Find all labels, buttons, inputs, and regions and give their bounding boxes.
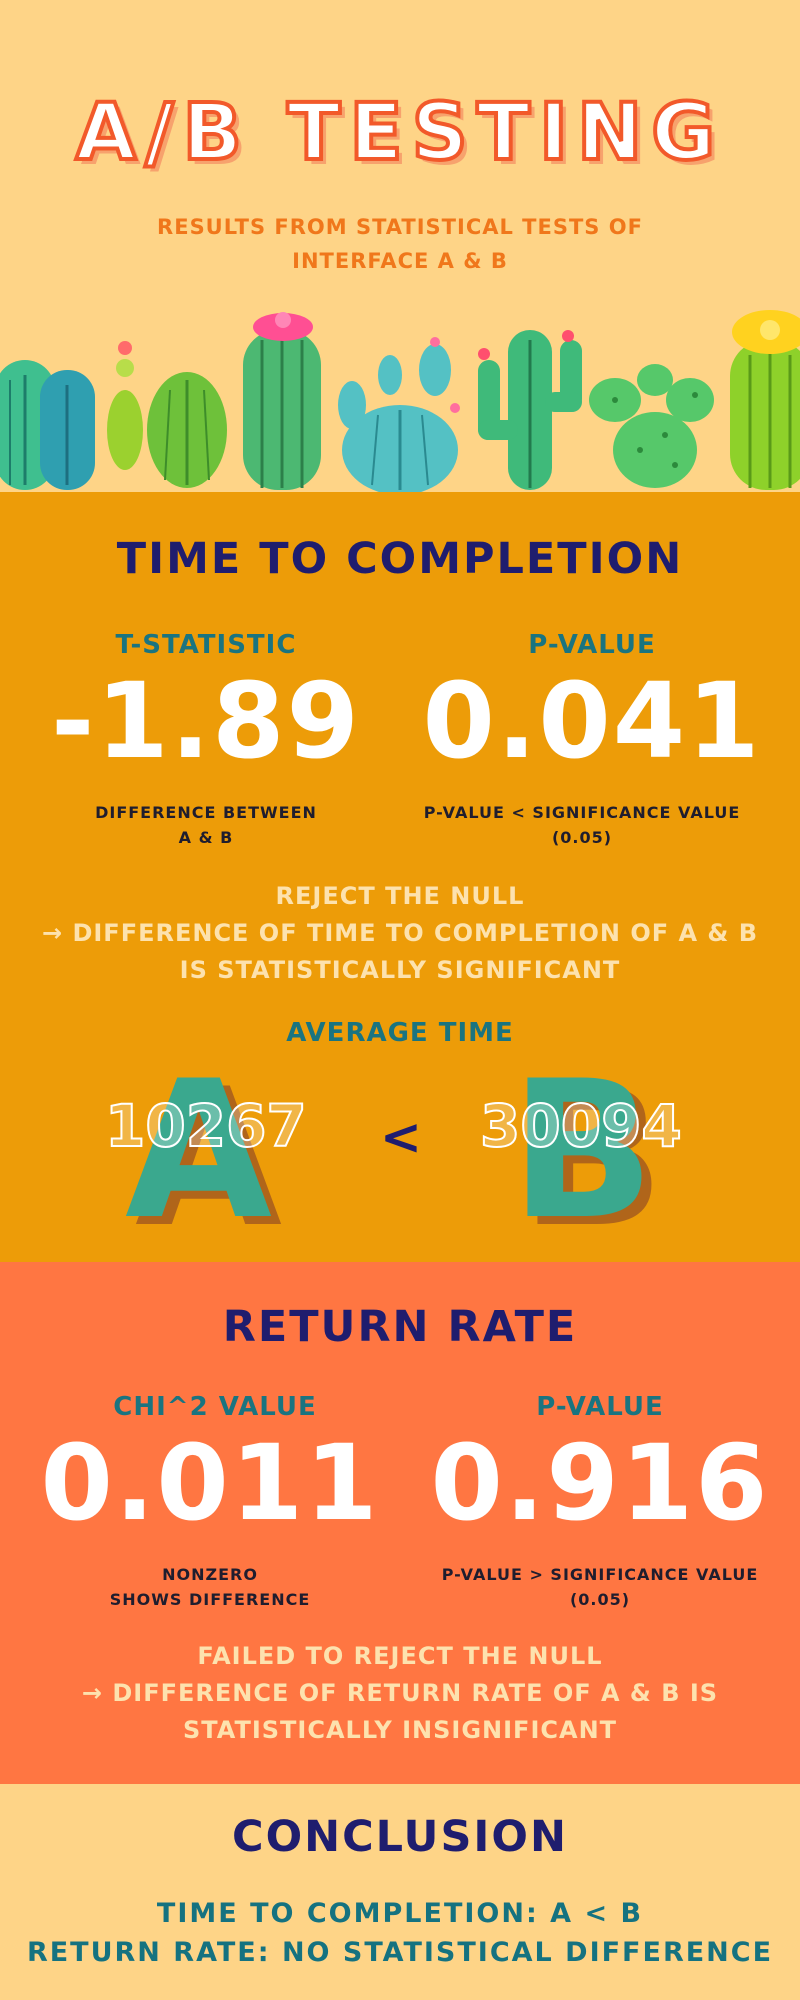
cactus-icon [478, 330, 582, 490]
section-title: CONCLUSION [232, 1812, 568, 1862]
t-statistic-label: T-STATISTIC [115, 630, 297, 660]
t-statistic-note: DIFFERENCE BETWEEN A & B [26, 800, 386, 850]
subtitle: RESULTS FROM STATISTICAL TESTS OF INTERF… [0, 210, 800, 278]
verdict-line: FAILED TO REJECT THE NULL [197, 1642, 603, 1670]
return-rate-section: RETURN RATE CHI^2 VALUE 0.011 NONZERO SH… [0, 1262, 800, 1784]
cactus-icon [243, 312, 321, 490]
note-line: P-VALUE > SIGNIFICANCE VALUE [441, 1565, 759, 1584]
p-value-label: P-VALUE [536, 1392, 664, 1422]
note-line: (0.05) [569, 1590, 631, 1609]
section-title: TIME TO COMPLETION [116, 534, 684, 584]
cactus-icon [0, 360, 95, 490]
conclusion-section: CONCLUSION TIME TO COMPLETION: A < B RET… [0, 1784, 800, 2000]
p-value-note: P-VALUE > SIGNIFICANCE VALUE (0.05) [420, 1562, 780, 1612]
t-statistic-value: -1.89 [51, 660, 361, 782]
subtitle-line: INTERFACE A & B [292, 249, 508, 273]
note-line: DIFFERENCE BETWEEN [95, 803, 317, 822]
note-line: NONZERO [162, 1565, 258, 1584]
verdict-line: → DIFFERENCE OF TIME TO COMPLETION OF A … [41, 919, 759, 947]
note-line: (0.05) [551, 828, 613, 847]
main-title: A/B TESTING [74, 86, 725, 180]
verdict-text: FAILED TO REJECT THE NULL → DIFFERENCE O… [0, 1638, 800, 1749]
p-value-value: 0.041 [422, 660, 762, 782]
cactus-icon [107, 341, 227, 488]
average-b-value: 30094 [479, 1091, 683, 1161]
cactus-icon [730, 310, 800, 490]
note-line: A & B [178, 828, 234, 847]
cactus-illustration [0, 310, 800, 492]
note-line: P-VALUE < SIGNIFICANCE VALUE [423, 803, 741, 822]
less-than-sign: < [380, 1108, 422, 1166]
p-value-note: P-VALUE < SIGNIFICANCE VALUE (0.05) [402, 800, 762, 850]
chi2-value-label: CHI^2 VALUE [113, 1392, 317, 1422]
chi2-note: NONZERO SHOWS DIFFERENCE [30, 1562, 390, 1612]
conclusion-line: RETURN RATE: NO STATISTICAL DIFFERENCE [26, 1937, 774, 1968]
cactus-icon [338, 337, 460, 492]
verdict-line: → DIFFERENCE OF RETURN RATE OF A & B IS [81, 1679, 719, 1707]
subtitle-line: RESULTS FROM STATISTICAL TESTS OF [157, 215, 643, 239]
average-a-value: 10267 [104, 1091, 308, 1161]
note-line: SHOWS DIFFERENCE [109, 1590, 311, 1609]
p-value-value: 0.916 [430, 1422, 770, 1544]
header: A/B TESTING RESULTS FROM STATISTICAL TES… [0, 0, 800, 492]
conclusion-line: TIME TO COMPLETION: A < B [156, 1898, 644, 1929]
section-title: RETURN RATE [222, 1302, 578, 1352]
verdict-line: REJECT THE NULL [275, 882, 525, 910]
chi2-value: 0.011 [40, 1422, 380, 1544]
verdict-line: STATISTICALLY INSIGNIFICANT [182, 1716, 618, 1744]
verdict-line: IS STATISTICALLY SIGNIFICANT [179, 956, 621, 984]
p-value-label: P-VALUE [528, 630, 656, 660]
verdict-text: REJECT THE NULL → DIFFERENCE OF TIME TO … [0, 878, 800, 989]
cactus-icon [589, 364, 714, 488]
